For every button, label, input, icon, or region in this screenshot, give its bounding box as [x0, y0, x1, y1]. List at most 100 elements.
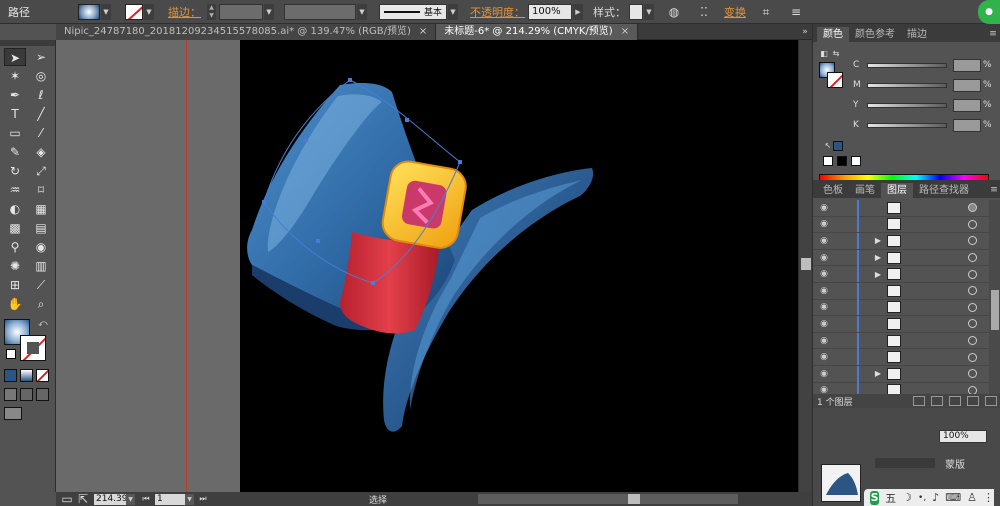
close-icon[interactable]: ×: [419, 26, 427, 37]
target-circle-icon[interactable]: [968, 352, 977, 362]
first-artboard-icon[interactable]: ⏮: [141, 491, 151, 506]
visibility-eye-icon[interactable]: ◉: [817, 219, 831, 229]
white-color-swatch[interactable]: [851, 156, 861, 166]
visibility-eye-icon[interactable]: ◉: [817, 302, 831, 312]
chevron-down-icon[interactable]: ▼: [144, 3, 154, 20]
scale-tool-icon[interactable]: ⤢: [30, 162, 52, 180]
mic-icon[interactable]: ♪: [932, 491, 939, 504]
tab-document-nipic[interactable]: Nipic_24787180_20181209234515578085.ai* …: [56, 24, 437, 40]
target-circle-icon[interactable]: [968, 219, 977, 229]
make-mask-button[interactable]: 蒙版: [945, 456, 965, 471]
transparency-thumbnail[interactable]: [821, 464, 861, 502]
brush-definition-select[interactable]: 基本: [379, 3, 447, 20]
symbol-sprayer-tool-icon[interactable]: ✺: [4, 257, 26, 275]
swap-arrow-icon[interactable]: ⤺: [38, 319, 48, 329]
tab-overflow-icon[interactable]: »: [798, 24, 812, 39]
scroll-thumb[interactable]: [801, 258, 811, 270]
visibility-eye-icon[interactable]: ◉: [817, 286, 831, 296]
last-artboard-icon[interactable]: ⏭: [198, 491, 208, 506]
ruler-guide[interactable]: [186, 40, 187, 492]
target-circle-icon[interactable]: [968, 269, 977, 279]
layer-row[interactable]: ◉: [813, 349, 989, 366]
expand-triangle-icon[interactable]: ▶: [871, 236, 885, 245]
direct-selection-tool-icon[interactable]: ➢: [30, 48, 52, 66]
new-sublayer-icon[interactable]: [949, 396, 961, 406]
opacity-link[interactable]: 不透明度：: [470, 4, 525, 20]
magenta-slider[interactable]: [867, 82, 947, 88]
visibility-eye-icon[interactable]: ◉: [817, 369, 831, 379]
variable-width-select[interactable]: [284, 3, 356, 20]
stroke-weight-stepper[interactable]: ▲ ▼: [207, 3, 216, 20]
settings-icon[interactable]: ⋮: [983, 491, 994, 504]
layer-row[interactable]: ◉: [813, 332, 989, 350]
layer-row[interactable]: ◉ ▶: [813, 365, 989, 383]
locate-object-icon[interactable]: [913, 396, 925, 406]
new-layer-icon[interactable]: [967, 396, 979, 406]
close-icon[interactable]: ×: [621, 26, 629, 37]
hand-tool-icon[interactable]: ✋: [4, 295, 26, 313]
visibility-eye-icon[interactable]: ◉: [817, 203, 831, 213]
target-circle-icon[interactable]: [968, 253, 977, 263]
transparency-opacity-input[interactable]: 100%: [939, 430, 987, 443]
opacity-input[interactable]: 100%: [528, 3, 572, 20]
graphic-style-swatch[interactable]: [629, 3, 643, 20]
layer-name[interactable]: [907, 252, 957, 263]
selection-tool-icon[interactable]: ➤: [4, 48, 26, 66]
perspective-grid-tool-icon[interactable]: ▦: [30, 200, 52, 218]
tab-pathfinder[interactable]: 路径查找器: [913, 183, 975, 198]
cyan-input[interactable]: [953, 58, 981, 72]
eyedropper-tool-icon[interactable]: ⚲: [4, 238, 26, 256]
swap-icon[interactable]: ⇆: [829, 46, 843, 62]
shape-builder-tool-icon[interactable]: ◐: [4, 200, 26, 218]
magenta-input[interactable]: [953, 78, 981, 92]
layer-row[interactable]: ◉: [813, 315, 989, 333]
screen-mode-icon[interactable]: [4, 407, 22, 420]
blend-mode-select[interactable]: [875, 458, 935, 468]
layer-name[interactable]: [907, 352, 957, 363]
layer-name[interactable]: [907, 235, 957, 246]
color-panel-stroke-swatch[interactable]: [827, 72, 843, 88]
rectangle-tool-icon[interactable]: ▭: [4, 124, 26, 142]
column-graph-tool-icon[interactable]: ▥: [30, 257, 52, 275]
align-icon[interactable]: ⁚⁚: [694, 4, 714, 20]
chevron-right-icon[interactable]: ▶: [573, 3, 583, 20]
paintbrush-tool-icon[interactable]: ⁄: [30, 124, 52, 142]
delete-layer-icon[interactable]: [985, 396, 997, 406]
visibility-eye-icon[interactable]: ◉: [817, 253, 831, 263]
visibility-eye-icon[interactable]: ◉: [817, 236, 831, 246]
layer-name[interactable]: [907, 285, 957, 296]
zoom-input[interactable]: 214.39: [94, 493, 128, 505]
yellow-input[interactable]: [953, 98, 981, 112]
last-color-swatch[interactable]: [833, 141, 843, 151]
stroke-weight-input[interactable]: [219, 3, 263, 20]
layer-name[interactable]: [907, 335, 957, 346]
doc-info-icon[interactable]: ▭: [60, 491, 74, 506]
chevron-down-icon[interactable]: ▼: [644, 3, 654, 20]
default-colors-icon[interactable]: [6, 349, 16, 359]
artboard-number-input[interactable]: 1: [155, 493, 185, 505]
recolor-icon[interactable]: ◍: [664, 4, 684, 20]
expand-triangle-icon[interactable]: ▶: [871, 369, 885, 378]
chevron-down-icon[interactable]: ▼: [357, 3, 367, 20]
keyboard-icon[interactable]: ⌨: [945, 491, 961, 504]
notification-badge[interactable]: ●: [978, 0, 1000, 24]
tab-color[interactable]: 颜色: [817, 27, 849, 42]
chevron-down-icon[interactable]: ▼: [126, 493, 135, 505]
chevron-down-icon[interactable]: ▼: [101, 3, 111, 20]
share-icon[interactable]: ⇱: [76, 491, 90, 506]
visibility-eye-icon[interactable]: ◉: [817, 352, 831, 362]
target-circle-icon[interactable]: [968, 236, 977, 246]
chevron-down-icon[interactable]: ▼: [448, 3, 458, 20]
layer-row[interactable]: ◉ ▶: [813, 249, 989, 267]
yellow-slider[interactable]: [867, 102, 947, 108]
transform-link[interactable]: 变换: [724, 4, 746, 20]
scroll-thumb[interactable]: [628, 494, 640, 504]
target-circle-icon[interactable]: [968, 286, 977, 296]
layer-row[interactable]: ◉ ▶: [813, 266, 989, 283]
scroll-thumb[interactable]: [991, 290, 999, 330]
chevron-down-icon[interactable]: ▼: [185, 493, 194, 505]
stroke-link[interactable]: 描边：: [168, 4, 201, 20]
layer-row[interactable]: ◉: [813, 282, 989, 300]
zoom-tool-icon[interactable]: ⌕: [30, 295, 52, 313]
layer-row[interactable]: ◉: [813, 199, 989, 217]
